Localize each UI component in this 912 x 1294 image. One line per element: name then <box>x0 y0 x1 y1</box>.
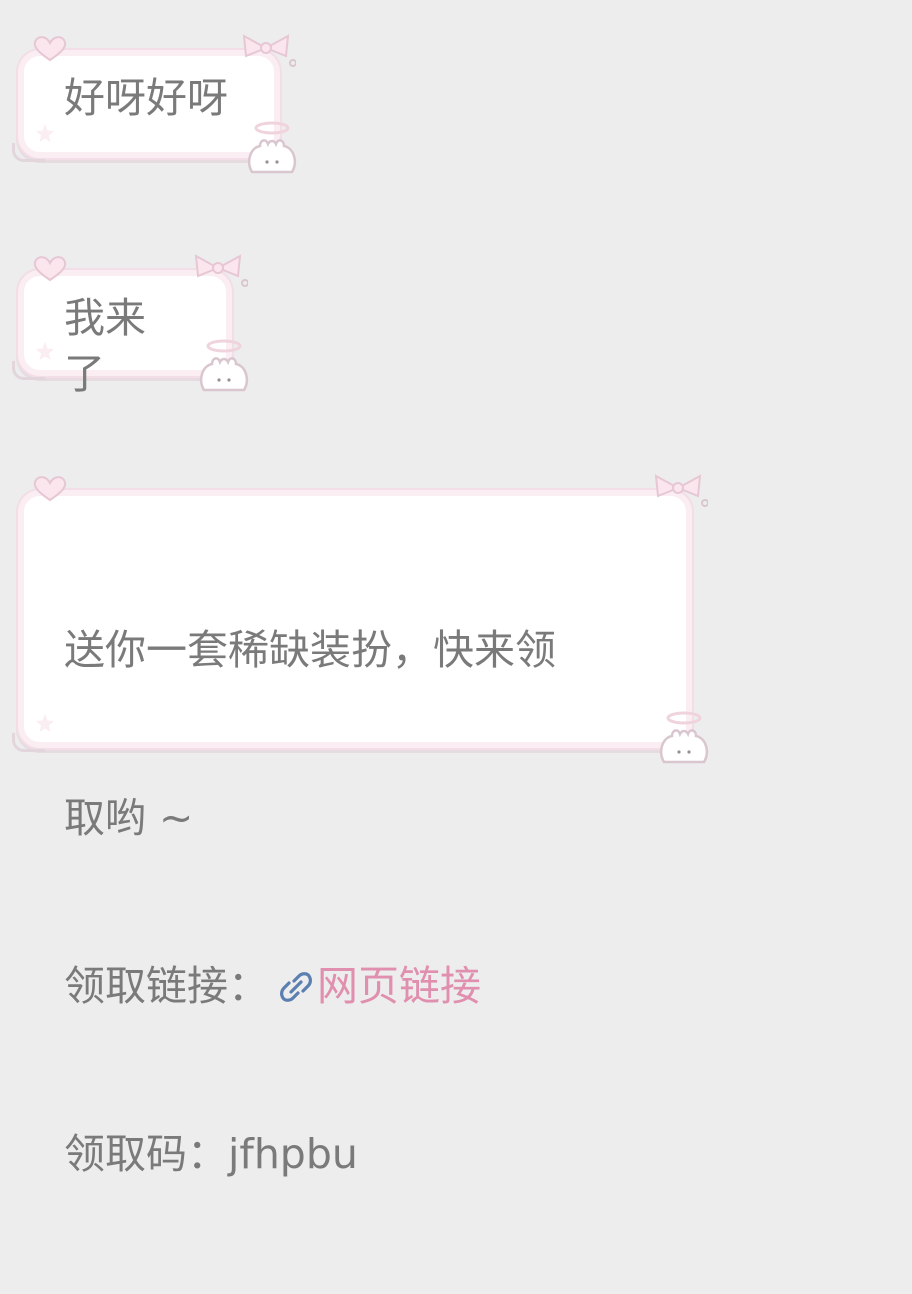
bunny-angel-icon <box>248 121 296 174</box>
code-row: 领取码：jfhpbu <box>64 1126 646 1182</box>
code-label: 领取码： <box>64 1130 228 1178</box>
web-link[interactable]: 网页链接 <box>317 962 481 1010</box>
link-label: 领取链接： <box>64 962 269 1010</box>
message-text: 我来了 <box>64 294 146 398</box>
bunny-angel-icon <box>200 339 248 392</box>
message-text: 送你一套稀缺装扮，快来领 取哟 ~ 领取链接： 网页链接 领取码：jfhpbu <box>64 510 646 1294</box>
bubble-tail <box>12 733 45 752</box>
heart-decoration-icon <box>33 256 67 282</box>
chat-bubble: 好呀好呀 <box>12 34 296 174</box>
bunny-angel-icon <box>660 711 708 764</box>
star-decoration-icon <box>36 714 54 732</box>
star-decoration-icon <box>36 124 54 142</box>
message-line: 送你一套稀缺装扮，快来领 <box>64 626 556 674</box>
chat-bubble: 我来了 <box>12 254 248 398</box>
bow-decoration-icon <box>654 474 708 507</box>
bow-decoration-icon <box>242 34 296 67</box>
message-line: 取哟 ~ <box>64 794 194 842</box>
bubble-tail <box>12 143 45 162</box>
star-decoration-icon <box>36 342 54 360</box>
heart-decoration-icon <box>33 476 67 502</box>
bow-decoration-icon <box>194 254 248 287</box>
message-text: 好呀好呀 <box>64 74 228 122</box>
link-row: 领取链接： 网页链接 <box>64 958 646 1014</box>
chat-bubble: 送你一套稀缺装扮，快来领 取哟 ~ 领取链接： 网页链接 领取码：jfhpbu <box>12 474 708 1178</box>
heart-decoration-icon <box>33 36 67 62</box>
code-value: jfhpbu <box>228 1130 358 1178</box>
bubble-tail <box>12 361 45 380</box>
link-icon[interactable] <box>277 968 315 1006</box>
